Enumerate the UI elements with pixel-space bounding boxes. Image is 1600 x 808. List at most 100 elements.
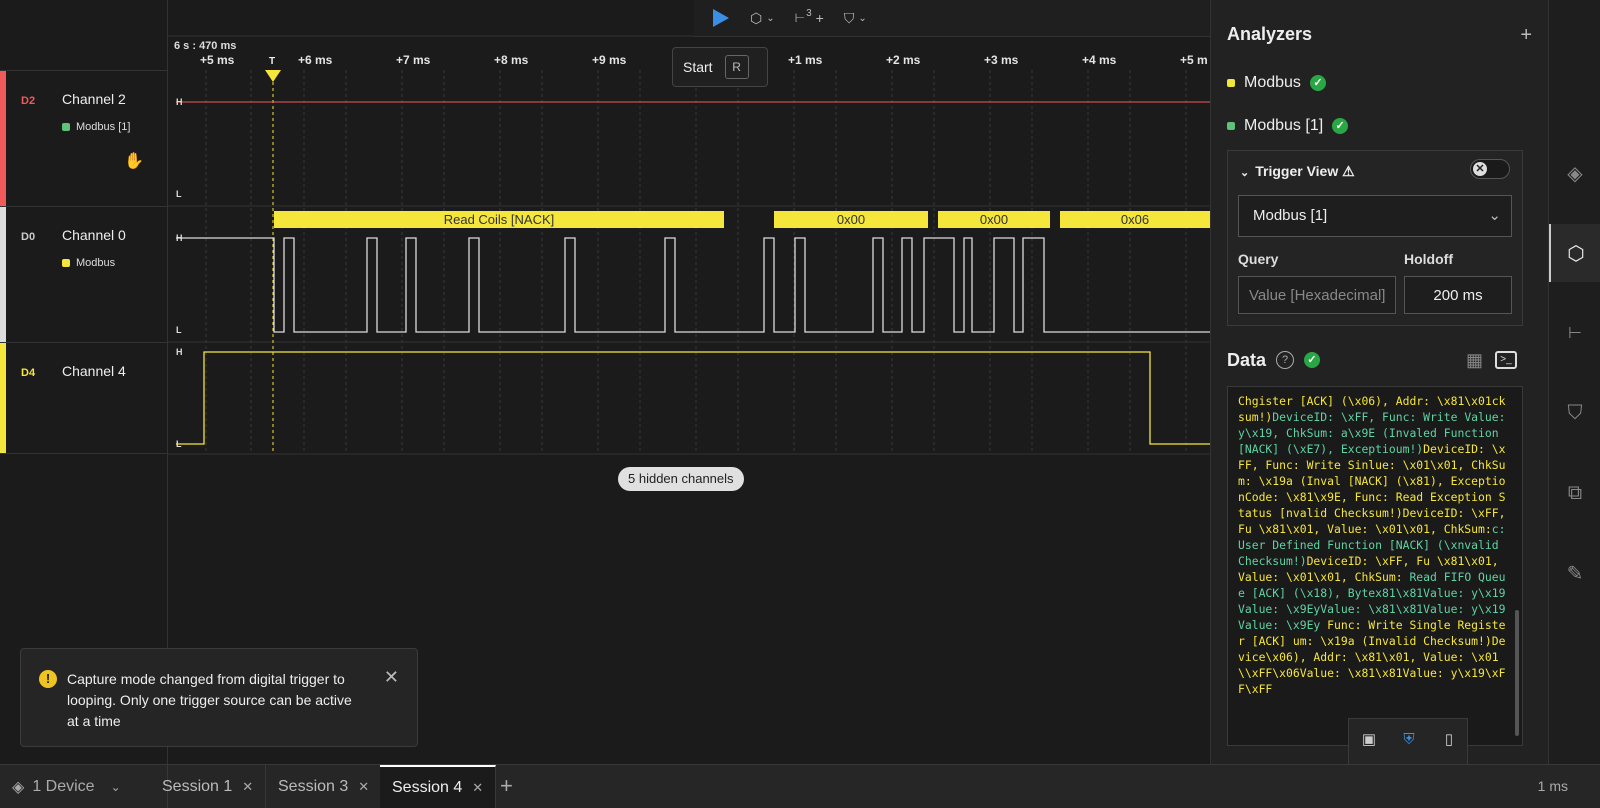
time-tick: +1 ms	[788, 53, 823, 67]
close-icon[interactable]: ✕	[358, 779, 369, 795]
device-selector[interactable]: ◈ 1 Device ⌄	[0, 765, 168, 808]
zoom-level[interactable]: 1 ms	[1538, 778, 1568, 794]
rail-markers[interactable]: ⛉	[1549, 384, 1600, 442]
marker-icon: ⛉	[1567, 401, 1583, 424]
layers-icon: ◈	[1567, 162, 1583, 185]
channel-analyzer: Modbus	[62, 257, 115, 269]
channel-analyzer-label: Modbus	[76, 257, 116, 269]
trigger-view-section: ⌄ Trigger View ⚠ ✕ Modbus [1] ⌄ Query Hol…	[1227, 150, 1523, 326]
play-icon	[713, 9, 729, 27]
trigger-button[interactable]: ⬡ ⌄	[742, 3, 783, 33]
analyzer-color-swatch	[62, 259, 70, 267]
data-header: Data ? ✓ ▦ >_	[1227, 346, 1523, 374]
holdoff-input[interactable]	[1404, 276, 1512, 314]
query-input[interactable]	[1238, 276, 1396, 314]
start-capture-button[interactable]	[702, 3, 738, 33]
time-tick: +5 ms	[200, 53, 235, 67]
capture-toolbar: ⬡ ⌄ ⊢ 3 + ⛉ ⌄	[694, 0, 1210, 37]
marker-button[interactable]: ⛉ ⌄	[836, 3, 875, 33]
hidden-channels-pill[interactable]: 5 hidden channels	[618, 467, 744, 491]
data-console[interactable]: Chgister [ACK] (\x06), Addr: \x81\x01cks…	[1227, 386, 1523, 746]
check-circle-icon: ✓	[1332, 118, 1349, 134]
protocol-frame[interactable]: 0x00	[774, 211, 928, 228]
tab-session-1[interactable]: Session 1 ✕	[150, 765, 267, 808]
analyzer-select[interactable]: Modbus [1] ⌄	[1238, 195, 1512, 237]
extensions-icon: ⧉	[1567, 481, 1583, 504]
rail-measurements[interactable]: ⊢	[1549, 304, 1600, 362]
warning-icon: !	[39, 670, 57, 688]
check-circle-icon: ✓	[1309, 75, 1326, 91]
analyzer-color-swatch	[1227, 79, 1235, 87]
analyzer-color-swatch	[62, 123, 70, 131]
analyzers-panel: Analyzers + Modbus ✓ Modbus [1] ✓ ⌄ Trigg…	[1210, 0, 1548, 764]
time-tick: +6 ms	[298, 53, 333, 67]
session-tab-label: Session 1	[162, 778, 233, 795]
time-tick: +3 ms	[984, 53, 1019, 67]
usb-drive-icon[interactable]: ▯	[1429, 719, 1469, 759]
notes-icon: ✎	[1566, 562, 1584, 585]
measurement-count: 3	[806, 7, 812, 19]
time-tick: +7 ms	[396, 53, 431, 67]
add-analyzer-button[interactable]: +	[1520, 24, 1532, 47]
channel-name[interactable]: Channel 2	[62, 91, 126, 107]
channel-row-2[interactable]: D2 Channel 2 Modbus [1] ✋	[0, 70, 168, 206]
rail-extensions[interactable]: ⧉	[1549, 464, 1600, 522]
channel-name[interactable]: Channel 0	[62, 227, 126, 243]
measurement-icon: ⊢	[1568, 325, 1582, 342]
chevron-down-icon: ⌄	[858, 12, 867, 24]
check-circle-icon: ✓	[1304, 352, 1321, 368]
rail-analyzers[interactable]: ⬡	[1549, 224, 1600, 282]
analyzer-item[interactable]: Modbus [1] ✓	[1227, 117, 1349, 135]
analyzer-select-value: Modbus [1]	[1253, 207, 1328, 224]
notification-toast: ! Capture mode changed from digital trig…	[20, 648, 418, 747]
protocol-frame[interactable]: Read Coils [NACK]	[274, 211, 724, 228]
analyzer-name: Modbus [1]	[1244, 117, 1324, 134]
time-tick: +5 m	[1180, 53, 1208, 67]
terminal-view-icon[interactable]: >_	[1495, 351, 1517, 369]
trigger-view-header[interactable]: ⌄ Trigger View ⚠	[1240, 163, 1355, 180]
help-icon[interactable]: ?	[1276, 351, 1295, 369]
low-label: L	[176, 439, 182, 449]
start-tooltip-label: Start	[683, 59, 713, 75]
hand-cursor-icon: ✋	[124, 153, 144, 170]
close-icon[interactable]: ✕	[472, 780, 483, 796]
close-icon[interactable]: ✕	[242, 779, 253, 795]
device-icon: ◈	[12, 779, 25, 796]
time-tick: +9 ms	[592, 53, 627, 67]
protocol-frame[interactable]: 0x06	[1060, 211, 1210, 228]
table-view-icon[interactable]: ▦	[1466, 350, 1483, 371]
analyzer-color-swatch	[1227, 122, 1235, 130]
channel-row-4[interactable]: D4 Channel 4	[0, 342, 168, 454]
toast-message: Capture mode changed from digital trigge…	[67, 671, 352, 729]
channel-color-bar	[0, 207, 6, 342]
close-icon[interactable]: ✕	[384, 667, 399, 688]
console-scrollbar[interactable]	[1515, 610, 1519, 736]
tab-session-3[interactable]: Session 3 ✕	[266, 765, 383, 808]
add-session-button[interactable]: +	[500, 773, 513, 799]
channel-analyzer: Modbus [1]	[62, 121, 130, 133]
data-title: Data	[1227, 349, 1267, 370]
trigger-view-title: Trigger View ⚠	[1255, 163, 1355, 179]
rail-device-settings[interactable]: ◈	[1549, 144, 1600, 202]
channel-name[interactable]: Channel 4	[62, 363, 126, 379]
shortcut-key: R	[724, 55, 749, 79]
channel-row-0[interactable]: D0 Channel 0 Modbus	[0, 206, 168, 342]
chevron-down-icon: ⌄	[1488, 207, 1501, 224]
analyzer-item[interactable]: Modbus ✓	[1227, 74, 1326, 92]
marker-icon: ⛉	[843, 9, 855, 26]
high-label: H	[176, 233, 183, 243]
monitor-icon[interactable]: ▣	[1349, 719, 1389, 759]
measurement-plus: +	[815, 10, 824, 26]
rail-notes[interactable]: ✎	[1549, 544, 1600, 602]
session-tab-label: Session 4	[392, 779, 463, 796]
panel-title: Analyzers	[1227, 24, 1313, 44]
channel-analyzer-label: Modbus [1]	[76, 121, 131, 133]
trigger-view-toggle[interactable]: ✕	[1470, 159, 1510, 179]
high-label: H	[176, 97, 183, 107]
measurement-icon: ⊢	[794, 11, 806, 25]
protocol-frame[interactable]: 0x00	[938, 211, 1050, 228]
tab-session-4[interactable]: Session 4 ✕	[380, 765, 497, 808]
add-measurement-button[interactable]: ⊢ 3 +	[787, 3, 832, 33]
trigger-marker-label[interactable]: T	[269, 56, 275, 67]
security-shield-icon[interactable]: ⛨	[1389, 719, 1429, 759]
